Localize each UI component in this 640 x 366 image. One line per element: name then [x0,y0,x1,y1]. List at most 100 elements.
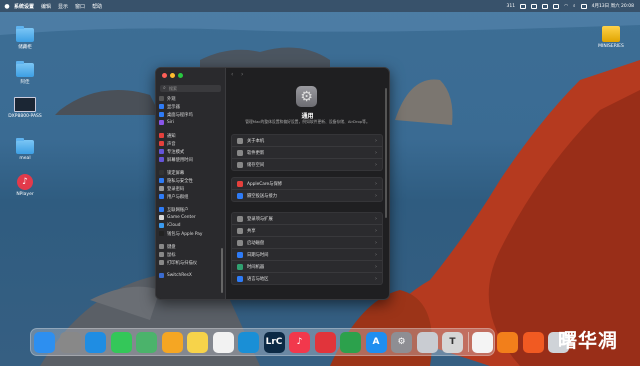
page-description: 管理Mac的整体设置和偏好设置，例如软件更新、设备存储、AirDrop等。 [245,119,370,124]
dock-numbers-icon[interactable] [340,331,361,353]
sidebar-item[interactable]: 显示器 [159,103,222,110]
sidebar-item[interactable]: 登录密码 [159,185,222,192]
clock[interactable]: 4月13日 周六 20:08 [592,3,634,9]
sidebar-item-label: 声音 [167,141,176,147]
settings-row[interactable]: 关于本机 › [232,135,382,147]
sidebar-item-icon [159,273,164,278]
zoom-button[interactable] [178,73,183,78]
sidebar-item-label: 显示器 [167,104,180,110]
sidebar-item[interactable]: 互联网账户 [159,206,222,213]
network-drive-icon [14,97,36,112]
sidebar-item-icon [159,104,164,109]
status-icon[interactable] [531,3,538,9]
menu-extras: 311 ◠ ⌕ 4月13日 周六 20:08 [507,0,634,12]
dock-chrome-icon[interactable] [471,331,493,353]
sidebar-item-label: 外观 [167,96,176,102]
sidebar-item[interactable]: 钱包与 Apple Pay [159,230,222,237]
sidebar-item-icon [159,186,164,191]
dock-freeform-icon[interactable] [212,331,234,353]
back-arrow-icon[interactable]: ‹ [231,71,233,78]
menu-edit[interactable]: 编辑 [41,3,51,10]
sidebar-item[interactable]: 屏幕使用时间 [159,156,222,163]
sidebar-item[interactable]: 打印机与扫描仪 [159,259,222,266]
dock-notes-icon[interactable] [187,331,208,353]
close-button[interactable] [162,73,167,78]
settings-row[interactable]: 语言与地区 › [232,273,382,284]
dock-maps-icon[interactable] [136,331,157,353]
dock-brave-icon[interactable] [522,331,544,353]
desktop-drive[interactable]: MINISERIES [591,26,631,49]
dock-finder-icon[interactable] [34,331,55,353]
status-icon[interactable] [542,3,549,9]
dock-app-store-icon[interactable]: A [365,331,387,353]
dock-safari-icon[interactable] [85,331,106,353]
settings-row-label: 隔空投送与接力 [247,193,278,199]
content-scrollbar[interactable] [385,88,387,218]
dock-iphone-mirroring-icon[interactable] [416,331,438,353]
menu-window[interactable]: 窗口 [75,3,85,10]
settings-row-icon [237,251,243,258]
settings-row[interactable]: 储存空间 › [232,159,382,170]
settings-row[interactable]: 软件更新 › [232,147,382,159]
wifi-icon[interactable]: ◠ [564,4,568,9]
desktop-folder[interactable]: meal [5,138,45,161]
dock-netease-music-icon[interactable] [314,331,336,353]
sidebar-item[interactable]: 用户与群组 [159,193,222,200]
desktop-folder[interactable]: 储藏柜 [5,26,45,50]
desktop-app[interactable]: ♪ NPlayer [5,174,45,197]
sidebar-scrollbar[interactable] [221,248,223,293]
control-center-icon[interactable] [580,3,587,9]
sidebar-item[interactable]: SwitchResX [159,272,222,279]
sidebar-item[interactable]: iCloud [159,222,222,229]
menu-help[interactable]: 帮助 [92,3,102,10]
apple-menu-icon[interactable]: ● [0,3,14,10]
dock-music-icon[interactable]: ♪ [289,331,310,353]
settings-row[interactable]: 启动磁盘 › [232,237,382,249]
dock-messages-icon[interactable] [110,331,132,353]
settings-row-label: 共享 [247,228,256,234]
settings-row-label: 登录项与扩展 [247,216,273,222]
dock-system-settings-icon[interactable]: ⚙ [391,331,412,353]
sidebar-item[interactable]: 键盘 [159,243,222,250]
search-icon[interactable]: ⌕ [573,3,576,9]
sidebar-item[interactable]: 通知 [159,132,222,139]
sidebar-item[interactable]: 锁定屏幕 [159,169,222,176]
settings-row[interactable]: AppleCare与保修 › [232,178,382,190]
sidebar-item[interactable]: 桌面与程序坞 [159,111,222,118]
dock-books-icon[interactable] [497,331,518,353]
sidebar-item[interactable]: Game Center [159,214,222,221]
search-field[interactable]: ⌕ 搜索 [160,85,221,92]
dock-edge-icon[interactable] [238,331,259,353]
sidebar-item-icon [159,133,164,138]
sidebar-item[interactable]: 隐私与安全性 [159,177,222,184]
sidebar-item-icon [159,260,164,265]
sidebar-item[interactable]: 专注模式 [159,148,222,155]
sidebar-item[interactable]: 声音 [159,140,222,147]
settings-group: AppleCare与保修 › 隔空投送与接力 › [231,177,383,202]
desktop-nas-drive[interactable]: DXP8800-PASS [5,97,45,119]
sidebar-item[interactable]: 鼠标 [159,251,222,258]
dock-launchpad-icon[interactable] [59,331,81,353]
desktop-folder[interactable]: 阿佳 [5,61,45,85]
minimize-button[interactable] [170,73,175,78]
settings-row[interactable]: 时间机器 › [232,261,382,273]
settings-row[interactable]: 共享 › [232,225,382,237]
general-gear-icon: ⚙ [296,86,317,107]
menu-app[interactable]: 系统设置 [14,3,34,10]
settings-row[interactable]: 登录项与扩展 › [232,213,382,225]
sidebar-item[interactable]: Siri [159,119,222,126]
search-icon: ⌕ [163,85,166,91]
settings-row[interactable]: 隔空投送与接力 › [232,190,382,201]
status-icon[interactable] [520,3,527,9]
chevron-right-icon: › [375,137,377,144]
dock-typora-icon[interactable]: T [442,331,463,353]
sidebar-item-icon [159,178,164,183]
settings-row[interactable]: 日期与时间 › [232,249,382,261]
status-icon[interactable] [553,3,560,9]
menu-view[interactable]: 显示 [58,3,68,10]
dock-photos-icon[interactable] [161,331,183,353]
dock-lightroom-classic-icon[interactable]: LrC [263,331,285,353]
forward-arrow-icon[interactable]: › [241,71,243,78]
chevron-right-icon: › [375,251,377,258]
sidebar-item[interactable]: 外观 [159,95,222,102]
